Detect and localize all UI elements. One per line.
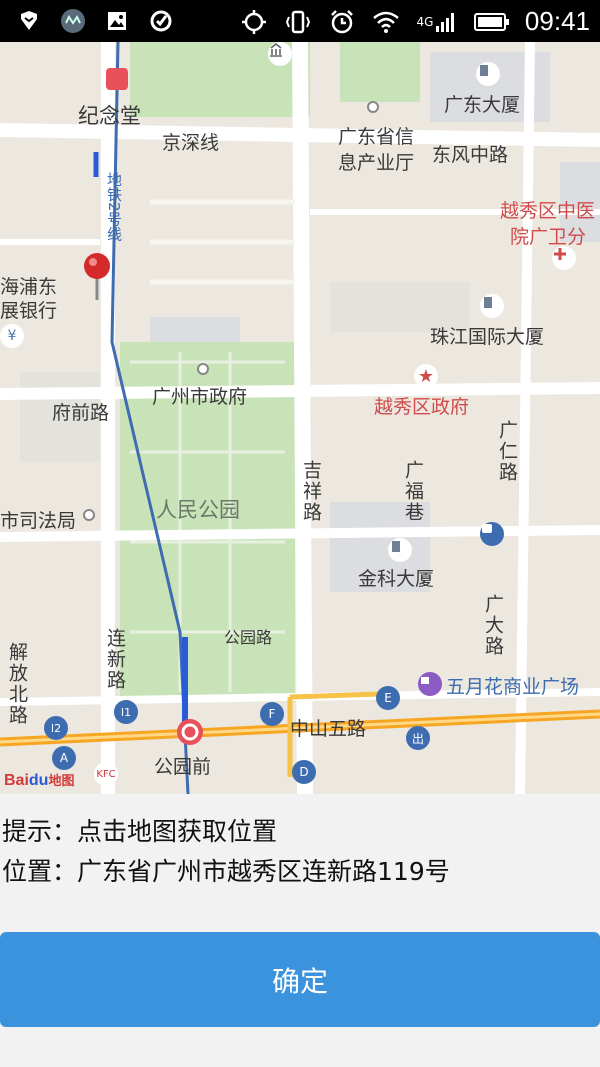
map-label: 东风中路 bbox=[432, 144, 509, 166]
office-icon[interactable] bbox=[480, 294, 504, 318]
map-view[interactable]: ¥ ★ KFC I1 I2 A D E F 出 纪念堂 京深线 广东省信 息产业… bbox=[0, 42, 600, 794]
map-label: 解放北路 bbox=[6, 642, 28, 726]
logo-bai: Bai bbox=[4, 772, 29, 789]
metro-exit-a[interactable]: A bbox=[52, 746, 76, 770]
map-label: 院广卫分 bbox=[510, 226, 587, 248]
map-label: 连新路 bbox=[104, 628, 126, 691]
kfc-icon[interactable]: KFC bbox=[94, 762, 118, 786]
bus-stop-icon[interactable] bbox=[480, 522, 504, 546]
confirm-button[interactable]: 确定 bbox=[0, 932, 600, 1027]
bank-icon[interactable]: ¥ bbox=[0, 324, 24, 348]
map-label: 京深线 bbox=[162, 132, 220, 154]
map-label: 广东省信 bbox=[338, 126, 415, 148]
poi-dot-icon[interactable] bbox=[82, 508, 106, 532]
map-label: 息产业厅 bbox=[338, 152, 415, 174]
map-label: 越秀区中医 bbox=[500, 200, 596, 222]
metro-exit-d[interactable]: D bbox=[292, 760, 316, 784]
map-label: 公园路 bbox=[224, 628, 273, 647]
map-label: 越秀区政府 bbox=[374, 396, 470, 418]
map-label: 广福巷 bbox=[402, 460, 424, 523]
map-label: 珠江国际大厦 bbox=[430, 326, 545, 348]
office-icon[interactable] bbox=[388, 538, 412, 562]
hospital-icon[interactable] bbox=[552, 246, 576, 270]
map-label: 吉祥路 bbox=[300, 460, 322, 523]
metro-exit-f[interactable]: F bbox=[260, 702, 284, 726]
map-label: 广东大厦 bbox=[444, 94, 521, 116]
map-label: 地铁2号线 bbox=[105, 172, 123, 242]
check-icon bbox=[146, 6, 176, 36]
building-icon[interactable] bbox=[268, 42, 292, 66]
logo-map: 地图 bbox=[48, 773, 75, 788]
wifi-icon bbox=[371, 7, 401, 37]
map-label: 广大路 bbox=[482, 594, 504, 657]
map-label: 中山五路 bbox=[290, 718, 367, 740]
status-bar: 4G 09:41 bbox=[0, 0, 600, 42]
map-label: 府前路 bbox=[52, 402, 110, 424]
logo-du: du bbox=[28, 772, 49, 789]
poi-dot-icon[interactable] bbox=[366, 100, 390, 124]
hint-text: 提示：点击地图获取位置 bbox=[2, 817, 278, 846]
metro-exit-i1[interactable]: I1 bbox=[114, 700, 138, 724]
map-label: 海浦东 bbox=[0, 276, 58, 298]
shield-icon bbox=[14, 6, 44, 36]
map-label: 广仁路 bbox=[496, 420, 518, 483]
map-label: 金科大厦 bbox=[358, 568, 435, 590]
alarm-icon bbox=[327, 7, 357, 37]
map-label: 展银行 bbox=[0, 300, 58, 322]
metro-exit-i2[interactable]: I2 bbox=[44, 716, 68, 740]
map-label: 市司法局 bbox=[0, 510, 77, 532]
map-label: 纪念堂 bbox=[78, 104, 141, 128]
app-icon bbox=[58, 6, 88, 36]
map-label: 公园前 bbox=[154, 756, 212, 778]
baidu-logo: Baidu地图 bbox=[4, 770, 74, 790]
shopping-icon[interactable] bbox=[418, 672, 442, 696]
map-label: 人民公园 bbox=[156, 498, 240, 522]
metro-exit-e[interactable]: E bbox=[376, 686, 400, 710]
office-icon[interactable] bbox=[476, 62, 500, 86]
info-panel: 提示：点击地图获取位置 位置：广东省广州市越秀区连新路119号 bbox=[0, 812, 600, 892]
clock: 09:41 bbox=[524, 6, 590, 36]
vibrate-icon bbox=[283, 7, 313, 37]
battery-icon bbox=[473, 7, 511, 37]
location-text: 位置：广东省广州市越秀区连新路119号 bbox=[2, 857, 450, 886]
gps-icon bbox=[239, 7, 269, 37]
map-label: 五月花商业广场 bbox=[446, 676, 580, 698]
signal-icon: 4G bbox=[415, 7, 459, 37]
map-label: 广州市政府 bbox=[152, 386, 248, 408]
image-icon bbox=[102, 6, 132, 36]
metro-exit-out[interactable]: 出 bbox=[406, 726, 430, 750]
government-icon[interactable]: ★ bbox=[414, 364, 438, 388]
